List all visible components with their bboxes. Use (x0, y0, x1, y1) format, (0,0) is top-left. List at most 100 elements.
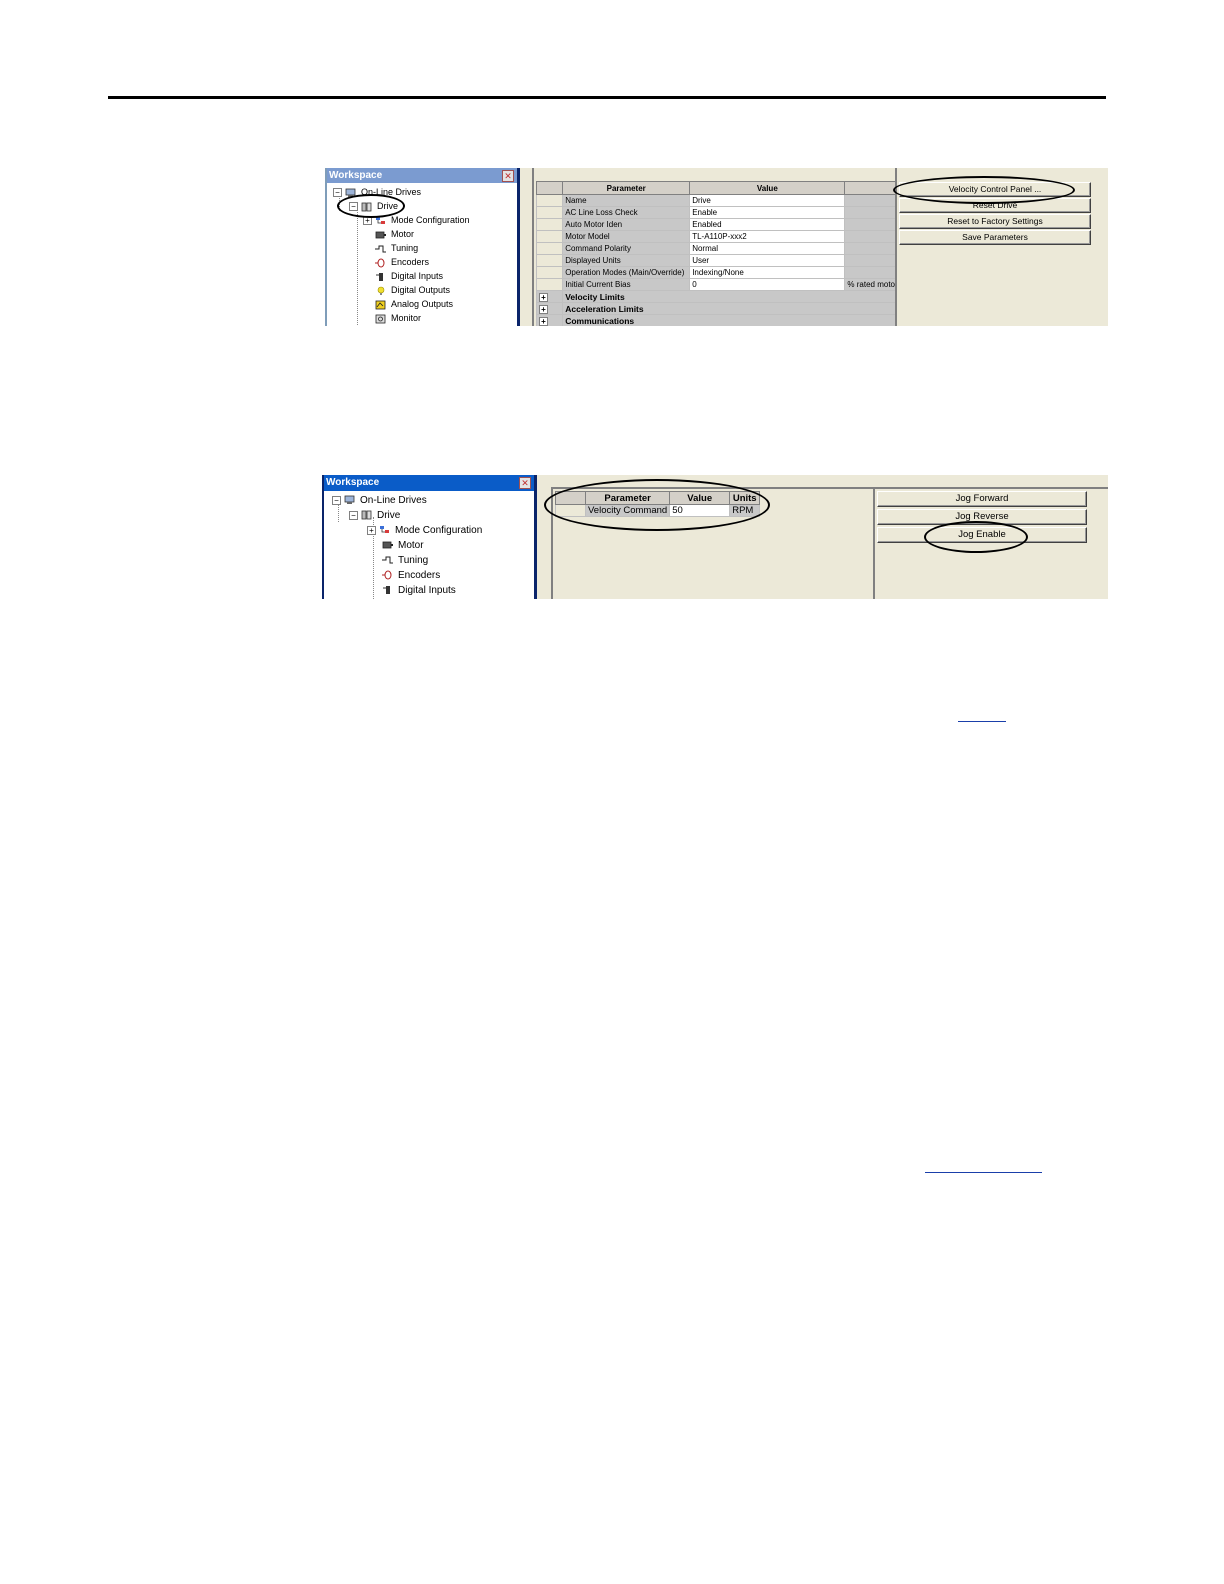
tree-item-encoders[interactable]: Encoders (375, 255, 429, 269)
expand-icon[interactable]: + (367, 525, 376, 535)
param-name: Initial Current Bias (562, 278, 691, 291)
group-row-communications[interactable]: + Communications (535, 314, 916, 326)
param-name: Auto Motor Iden (562, 218, 691, 231)
param-value[interactable]: 0 (689, 278, 846, 291)
tree-item-digital-inputs[interactable]: Digital Inputs (382, 583, 456, 598)
tree-item-label: Digital Inputs (398, 585, 456, 596)
table-row[interactable]: Name Drive (535, 194, 916, 207)
param-name: AC Line Loss Check (562, 206, 691, 219)
close-icon[interactable]: ✕ (519, 477, 531, 489)
param-name: Operation Modes (Main/Override) (562, 266, 691, 279)
table-row[interactable]: Motor Model TL-A110P-xxx2 (535, 230, 916, 243)
table-row[interactable]: Displayed Units User (535, 254, 916, 267)
tree-item-online-drives[interactable]: − On-Line Drives (333, 185, 421, 199)
tree-item-label: Analog Outputs (391, 299, 454, 309)
tree-item-digital-inputs[interactable]: Digital Inputs (375, 269, 443, 283)
tree-item-tuning[interactable]: Tuning (375, 241, 418, 255)
mode-icon (380, 526, 389, 534)
table-row[interactable]: Operation Modes (Main/Override) Indexing/… (535, 266, 916, 279)
close-icon[interactable]: ✕ (502, 170, 514, 182)
tree-item-drive[interactable]: − Drive (349, 199, 398, 213)
param-value[interactable]: User (689, 254, 846, 267)
expand-icon[interactable]: + (539, 316, 548, 326)
tree-item-analog-outputs[interactable]: Analog Outputs (375, 297, 453, 311)
param-value[interactable]: 50 (669, 504, 731, 517)
reset-drive-button[interactable]: Reset Drive (899, 198, 1091, 213)
mode-icon (376, 216, 385, 224)
column-header-value[interactable]: Value (669, 491, 731, 505)
param-value[interactable]: Normal (689, 242, 846, 255)
workspace-title: Workspace (326, 477, 380, 488)
expand-icon[interactable]: + (539, 292, 548, 302)
workspace-title: Workspace (329, 170, 383, 181)
column-header-parameter[interactable]: Parameter (584, 491, 671, 505)
tree-item-mode-configuration[interactable]: + Mode Configuration (367, 523, 482, 538)
param-value[interactable]: TL-A110P-xxx2 (689, 230, 846, 243)
parameter-grid-pane: Parameter Value Un NameDrive AC Line Los… (532, 168, 916, 326)
collapse-icon[interactable]: − (333, 188, 342, 198)
table-row[interactable]: Command Polarity Normal (535, 242, 916, 255)
table-row[interactable]: Velocity Command 50 RPM (555, 504, 761, 517)
reset-factory-settings-button[interactable]: Reset to Factory Settings (899, 214, 1091, 229)
save-parameters-button[interactable]: Save Parameters (899, 230, 1091, 245)
param-value[interactable]: Enabled (689, 218, 846, 231)
encoder-icon (382, 570, 392, 580)
tree-item-label: Drive (377, 510, 401, 521)
cross-reference-link[interactable] (925, 1172, 1042, 1173)
param-value[interactable]: Indexing/None (689, 266, 846, 279)
tree-item-label: Drive (377, 201, 399, 211)
workspace-pane: Workspace ✕ − On-Line Drives − Drive + Mode… (325, 168, 520, 326)
expand-icon[interactable]: + (539, 304, 548, 314)
param-value[interactable]: Enable (689, 206, 846, 219)
motor-icon (382, 541, 393, 549)
header-rule (108, 96, 1106, 99)
param-value[interactable]: Drive (689, 194, 846, 207)
input-icon (376, 272, 383, 281)
network-icon (345, 188, 356, 197)
table-row[interactable]: Initial Current Bias 0% rated moto (535, 278, 916, 291)
param-name: Name (562, 194, 691, 207)
param-units: RPM (729, 504, 761, 517)
drive-icon (361, 510, 372, 520)
action-button-pane: Jog Forward Jog Reverse Jog Enable (873, 487, 1108, 599)
group-row-velocity-limits[interactable]: + Velocity Limits (535, 290, 916, 303)
action-button-pane: Velocity Control Panel ... Reset Drive R… (895, 168, 1108, 326)
input-icon (383, 586, 390, 595)
column-header-parameter[interactable]: Parameter (562, 181, 691, 195)
cross-reference-link[interactable] (958, 721, 1006, 722)
velocity-control-panel-button[interactable]: Velocity Control Panel ... (899, 182, 1091, 197)
grid-header-row: Parameter Value Un (535, 181, 916, 195)
column-header-value[interactable]: Value (689, 181, 846, 195)
param-name: Motor Model (562, 230, 691, 243)
screenshot-drive-parameters: Workspace ✕ − On-Line Drives − Drive + Mode… (325, 168, 1108, 326)
tree-item-label: Motor (398, 540, 424, 551)
tree-item-drive[interactable]: − Drive (349, 508, 400, 523)
column-header-units[interactable]: Units (729, 491, 761, 505)
tree-item-label: Tuning (391, 243, 419, 253)
tree-item-tuning[interactable]: Tuning (382, 553, 428, 568)
tree-item-label: Encoders (398, 570, 441, 581)
table-row[interactable]: Auto Motor Iden Enabled (535, 218, 916, 231)
jog-forward-button[interactable]: Jog Forward (877, 491, 1087, 507)
table-row[interactable]: AC Line Loss Check Enable (535, 206, 916, 219)
encoder-icon (375, 258, 385, 268)
collapse-icon[interactable]: − (332, 495, 341, 505)
jog-reverse-button[interactable]: Jog Reverse (877, 509, 1087, 525)
tree-item-label: Tuning (398, 555, 429, 566)
collapse-icon[interactable]: − (349, 510, 358, 520)
tree-item-mode-configuration[interactable]: + Mode Configuration (363, 213, 470, 227)
jog-enable-button[interactable]: Jog Enable (877, 527, 1087, 543)
tree-item-online-drives[interactable]: − On-Line Drives (332, 493, 427, 508)
param-name: Velocity Command (584, 504, 671, 517)
tree-item-label: Mode Configuration (391, 215, 470, 225)
tree-item-motor[interactable]: Motor (382, 538, 424, 553)
tree-item-encoders[interactable]: Encoders (382, 568, 440, 583)
expand-icon[interactable]: + (363, 216, 372, 226)
group-label: Velocity Limits (562, 290, 916, 303)
tree-item-motor[interactable]: Motor (375, 227, 414, 241)
group-row-acceleration-limits[interactable]: + Acceleration Limits (535, 302, 916, 315)
tree-item-digital-outputs[interactable]: Digital Outputs (375, 283, 450, 297)
tree-item-label: Digital Inputs (391, 271, 444, 281)
collapse-icon[interactable]: − (349, 202, 358, 212)
tree-item-monitor[interactable]: Monitor (375, 311, 421, 325)
